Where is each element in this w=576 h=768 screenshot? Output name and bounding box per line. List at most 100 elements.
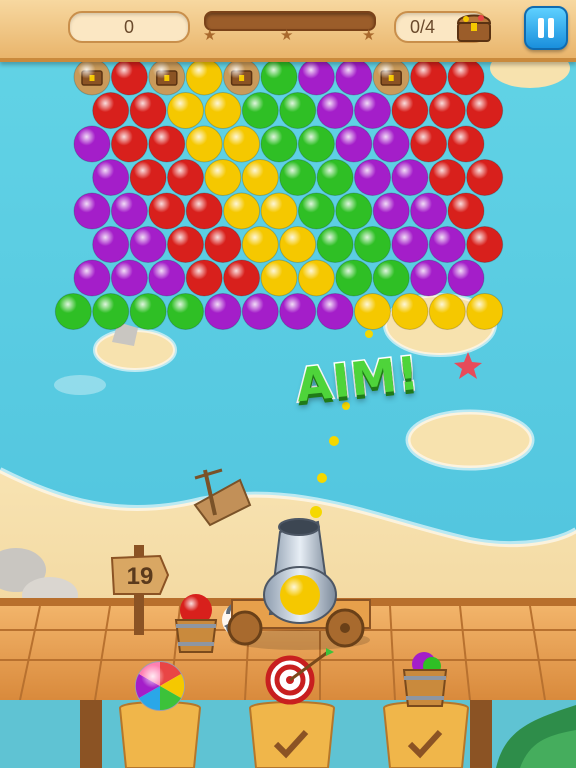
bubble-shine: [223, 126, 260, 162]
bubble-shine: [279, 293, 316, 330]
pause-button[interactable]: [524, 6, 568, 50]
bubble: [279, 92, 317, 129]
bubble-shine: [167, 159, 204, 196]
bubble-shine: [148, 126, 185, 162]
bubble-shine: [354, 159, 391, 196]
bubble: [372, 192, 410, 230]
bubble-shine: [92, 293, 129, 330]
bubble-shine: [167, 92, 204, 129]
treasure-bubble: [148, 58, 186, 96]
aim-dot: [317, 473, 327, 483]
bubble: [297, 125, 335, 163]
bubble: [447, 192, 485, 230]
bubble: [241, 226, 279, 263]
bubble-shine: [448, 193, 484, 229]
bubble-shine: [279, 226, 316, 263]
bubble-shine: [373, 126, 410, 162]
bubble-shine: [223, 260, 260, 296]
bubble-shine: [410, 193, 447, 229]
bubble-shine: [298, 126, 335, 162]
bubble-shine: [130, 92, 167, 129]
bubble: [297, 58, 335, 96]
bubble-shine: [448, 260, 484, 296]
bubble: [92, 159, 130, 196]
bubble: [354, 159, 391, 196]
bubble: [428, 293, 466, 330]
bubble-shine: [261, 126, 297, 162]
bubble-shine: [92, 92, 129, 129]
bubble: [316, 226, 354, 263]
bubble-shine: [317, 293, 354, 330]
bubble-shine: [298, 59, 335, 95]
bubble: [241, 159, 279, 196]
aim-dot: [329, 436, 339, 446]
bubble: [110, 125, 148, 163]
bubble-shine: [242, 226, 279, 263]
aim-dot: [310, 506, 322, 518]
bubble-shine: [242, 92, 279, 129]
bubble-shine: [186, 260, 223, 296]
game-scene[interactable]: [0, 0, 576, 768]
bucket-bubble-icon: [402, 669, 448, 707]
bubble: [354, 226, 391, 263]
bubble: [204, 92, 242, 129]
bubble-shine: [261, 260, 297, 296]
bubble: [297, 192, 335, 230]
bubble-shine: [429, 293, 466, 330]
aim-dot: [365, 330, 373, 338]
bubble: [354, 92, 391, 129]
score-display: 0: [68, 11, 190, 43]
bubble-shine: [373, 59, 410, 95]
progress-star-1-icon: ★: [203, 26, 217, 44]
cannon-wheel-left: [227, 610, 263, 646]
bubble-shine: [148, 260, 185, 296]
bubble: [428, 159, 466, 196]
bubble-shine: [261, 59, 297, 95]
bubble-shine: [317, 226, 354, 263]
bubble: [73, 259, 111, 297]
bubble-shine: [354, 92, 391, 129]
bubble-shine: [74, 126, 110, 162]
bubble-shine: [74, 260, 110, 296]
bubble-shine: [130, 226, 167, 263]
treasure-chest-icon: [456, 14, 492, 42]
bubble: [391, 226, 429, 263]
bubble-shine: [410, 126, 447, 162]
bubble-shine: [223, 193, 260, 229]
treasure-bubble: [73, 58, 111, 96]
bubble: [73, 125, 111, 163]
progress-star-2-icon: ★: [280, 26, 294, 44]
bubble-shine: [410, 260, 447, 296]
bubble: [148, 192, 186, 230]
bubble: [167, 226, 204, 263]
bubble-shine: [111, 59, 148, 95]
bubble: [260, 125, 298, 163]
bubble: [447, 259, 485, 297]
rainbow-ball-icon: [136, 662, 184, 710]
bubble-shine: [354, 293, 391, 330]
bubble: [185, 192, 223, 230]
cloud-shadow: [54, 375, 106, 395]
bubble-shine: [242, 159, 279, 196]
bubble: [73, 192, 111, 230]
booster-pedestals: [118, 701, 470, 768]
bubble-shine: [391, 293, 428, 330]
bubble-shine: [466, 159, 503, 196]
sand-island-right: [405, 409, 535, 471]
bubble-shine: [130, 293, 167, 330]
progress-star-3-icon: ★: [362, 26, 376, 44]
bubble: [185, 259, 223, 297]
rainbow-ball-booster[interactable]: [135, 661, 185, 711]
bubble-shine: [373, 193, 410, 229]
bubble-shine: [298, 193, 335, 229]
bubble: [204, 159, 242, 196]
bubble: [223, 192, 261, 230]
bubble: [316, 92, 354, 129]
bubble: [466, 293, 504, 330]
bubble: [185, 58, 223, 96]
bubble-shine: [391, 92, 428, 129]
bubble: [92, 293, 130, 330]
bubble: [372, 125, 410, 163]
reserve-bubble-bucket[interactable]: [174, 594, 218, 653]
bubble: [54, 293, 92, 330]
